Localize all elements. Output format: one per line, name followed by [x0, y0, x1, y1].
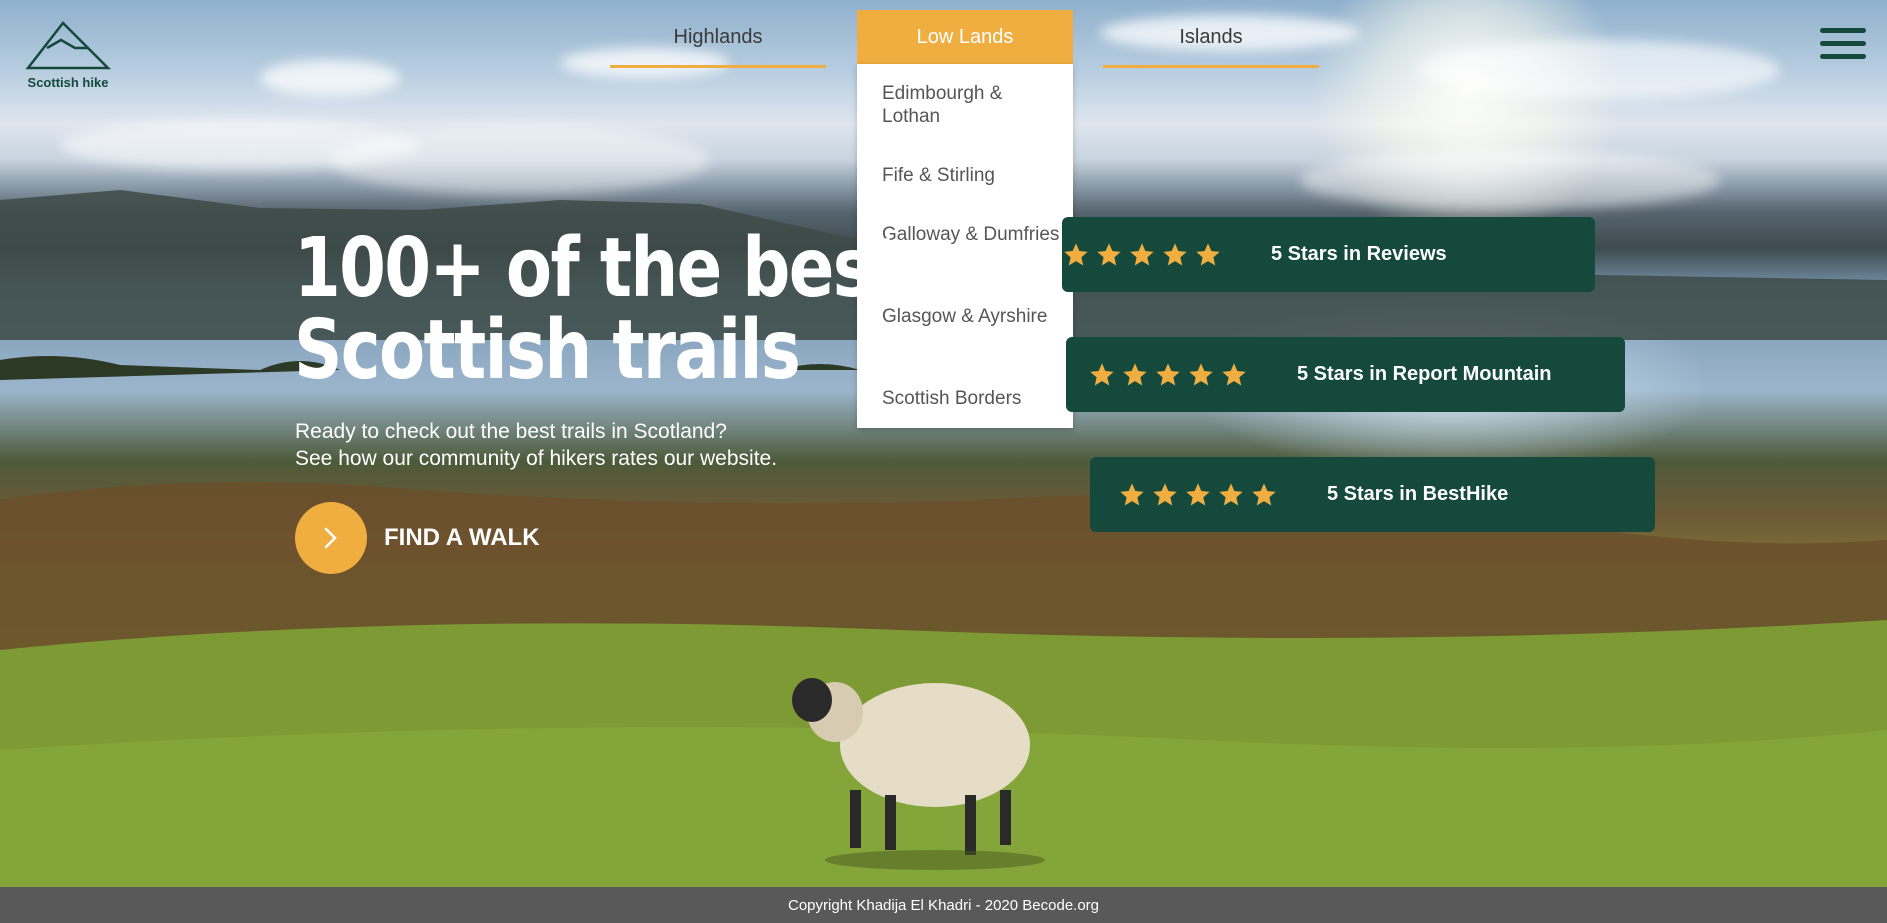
cloud — [260, 60, 400, 96]
star-icon — [1095, 241, 1128, 269]
review-label: 5 Stars in Reviews — [1271, 243, 1447, 265]
review-badge-besthike: 5 Stars in BestHike — [1090, 457, 1655, 532]
review-label: 5 Stars in BestHike — [1327, 483, 1509, 505]
dropdown-item-glasgow-ayrshire[interactable]: Glasgow & Ayrshire — [882, 305, 1062, 328]
star-icon — [1118, 481, 1151, 509]
dropdown-item-galloway-dumfries[interactable]: Galloway & Dumfries — [882, 223, 1062, 246]
star-icon — [1154, 361, 1187, 389]
hero-subtext: Ready to check out the best trails in Sc… — [295, 418, 777, 472]
star-icon — [1062, 241, 1095, 269]
cloud — [1420, 40, 1780, 100]
star-icon — [1121, 361, 1154, 389]
dropdown-item-fife-stirling[interactable]: Fife & Stirling — [882, 164, 1062, 187]
mountain-logo-icon — [25, 21, 112, 70]
hamburger-menu-icon[interactable] — [1820, 28, 1866, 60]
star-icon — [1128, 241, 1161, 269]
star-icon — [1220, 361, 1253, 389]
menu-bar — [1820, 54, 1866, 59]
chevron-right-icon — [324, 527, 337, 549]
star-rating — [1118, 481, 1283, 509]
cta-label[interactable]: FIND A WALK — [384, 524, 540, 552]
hero-headline: 100+ of the best Scottish trails — [294, 221, 903, 398]
nav-item-low-lands[interactable]: Low Lands — [857, 10, 1073, 64]
find-a-walk-button[interactable]: FIND A WALK — [295, 502, 540, 574]
menu-bar — [1820, 28, 1866, 33]
dropdown-item-scottish-borders[interactable]: Scottish Borders — [882, 387, 1062, 410]
subtext-line-2: See how our community of hikers rates ou… — [295, 447, 778, 470]
star-icon — [1217, 481, 1250, 509]
star-icon — [1184, 481, 1217, 509]
review-badge-reviews: 5 Stars in Reviews — [1062, 217, 1595, 292]
review-label: 5 Stars in Report Mountain — [1297, 363, 1552, 385]
headline-line-2: Scottish trails — [294, 303, 801, 398]
star-icon — [1250, 481, 1283, 509]
dropdown-item-edimbourgh-lothan[interactable]: Edimbourgh & Lothan — [882, 82, 1062, 128]
copyright-text: Copyright Khadija El Khadri - 2020 Becod… — [787, 896, 1100, 914]
star-icon — [1161, 241, 1194, 269]
sheep-image — [792, 678, 1045, 870]
review-badge-report-mountain: 5 Stars in Report Mountain — [1066, 337, 1625, 412]
nav-item-highlands[interactable]: Highlands — [610, 10, 826, 68]
star-rating — [1062, 241, 1227, 269]
star-icon — [1187, 361, 1220, 389]
footer: Copyright Khadija El Khadri - 2020 Becod… — [0, 887, 1887, 923]
brand-logo[interactable]: Scottish hike — [22, 20, 114, 90]
cta-circle[interactable] — [295, 502, 367, 574]
brand-name: Scottish hike — [27, 75, 109, 90]
subtext-line-1: Ready to check out the best trails in Sc… — [295, 420, 727, 443]
nav-item-islands[interactable]: Islands — [1103, 10, 1319, 68]
star-icon — [1088, 361, 1121, 389]
star-rating — [1088, 361, 1253, 389]
star-icon — [1151, 481, 1184, 509]
menu-bar — [1820, 41, 1866, 46]
headline-line-1: 100+ of the best — [294, 221, 903, 316]
star-icon — [1194, 241, 1227, 269]
